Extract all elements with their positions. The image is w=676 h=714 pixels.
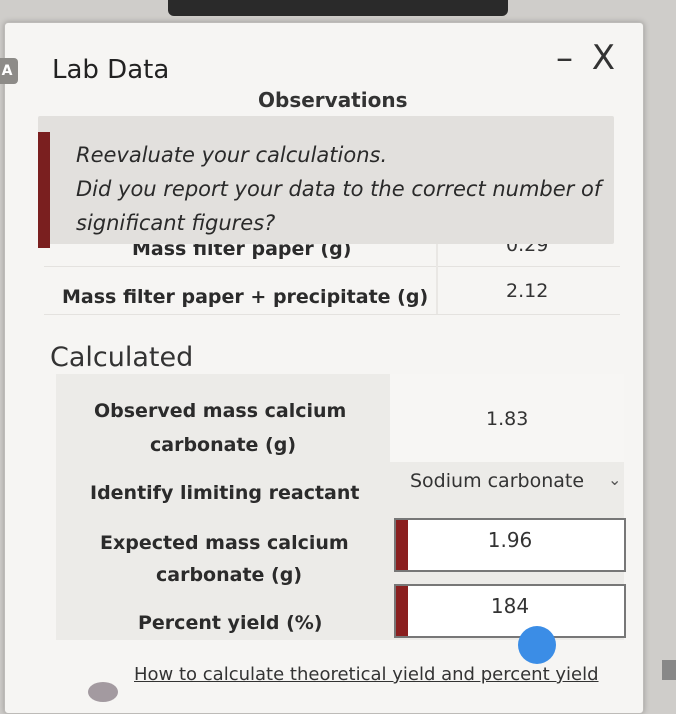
expected-mass-input[interactable]: 1.96: [394, 518, 626, 572]
app-icon: A: [0, 58, 18, 84]
help-icon[interactable]: [88, 682, 118, 702]
expected-mass-label-line1: Expected mass calcium: [100, 532, 349, 554]
scrollbar[interactable]: [662, 660, 676, 680]
limiting-reactant-select[interactable]: Sodium carbonate: [410, 470, 584, 492]
table-row: Mass filter paper + precipitate (g) 2.12: [44, 266, 620, 315]
percent-yield-input[interactable]: 184: [394, 584, 626, 638]
chevron-down-icon[interactable]: ⌄: [608, 470, 621, 489]
row-label-mass-filter-paper-precipitate: Mass filter paper + precipitate (g): [62, 286, 429, 308]
calculated-heading: Calculated: [50, 342, 194, 373]
row-value-mass-filter-paper-precipitate: 2.12: [506, 280, 549, 302]
feedback-text: Reevaluate your calculations. Did you re…: [76, 138, 601, 240]
touch-cursor: [518, 626, 556, 664]
feedback-line-1: Reevaluate your calculations.: [76, 143, 388, 167]
percent-yield-label: Percent yield (%): [138, 612, 323, 634]
top-bar: [168, 0, 508, 16]
limiting-reactant-label: Identify limiting reactant: [90, 482, 360, 504]
observations-heading: Observations: [258, 88, 408, 108]
observed-mass-value: 1.83: [486, 408, 529, 430]
percent-yield-value: 184: [490, 594, 530, 618]
feedback-accent-bar: [38, 132, 50, 248]
observed-mass-label-line1: Observed mass calcium: [94, 400, 347, 422]
window-title: Lab Data: [52, 55, 170, 85]
expected-mass-label-line2: carbonate (g): [156, 564, 303, 586]
feedback-line-2: Did you report your data to the correct …: [76, 177, 602, 201]
feedback-line-3: significant figures?: [76, 211, 276, 235]
window-controls[interactable]: – X: [556, 38, 619, 78]
expected-mass-value: 1.96: [487, 528, 533, 552]
feedback-popup: Reevaluate your calculations. Did you re…: [38, 116, 614, 248]
help-link[interactable]: How to calculate theoretical yield and p…: [134, 664, 599, 685]
observed-mass-label-line2: carbonate (g): [150, 434, 297, 456]
